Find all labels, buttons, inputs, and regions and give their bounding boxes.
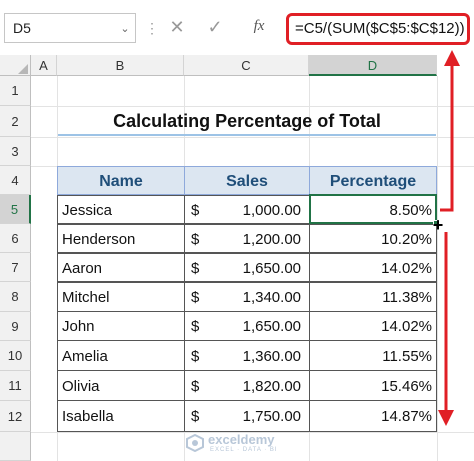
sales-value: 1,650.00 <box>242 260 301 277</box>
cell-sales[interactable]: $ 1,360.00 <box>184 340 310 371</box>
cell-percentage[interactable]: 11.38% <box>309 282 437 312</box>
cell-name[interactable]: Jessica <box>57 195 185 224</box>
watermark-tagline: EXCEL · DATA · BI <box>210 447 278 453</box>
gridline <box>31 137 474 138</box>
row-header-2[interactable]: 2 <box>0 106 31 137</box>
sheet-title[interactable]: Calculating Percentage of Total <box>58 108 436 134</box>
select-all-triangle-icon <box>18 64 28 74</box>
cell-percentage[interactable]: 10.20% <box>309 224 437 253</box>
cell-sales[interactable]: $ 1,200.00 <box>184 224 310 253</box>
currency-symbol: $ <box>191 348 200 365</box>
cell-sales[interactable]: $ 1,650.00 <box>184 311 310 341</box>
chevron-down-icon[interactable]: ⌄ <box>116 14 134 42</box>
row-header-5[interactable]: 5 <box>0 195 31 224</box>
sales-value: 1,200.00 <box>242 231 301 248</box>
sales-value: 1,000.00 <box>242 202 301 219</box>
column-header-d[interactable]: D <box>309 55 437 76</box>
gridline <box>437 76 438 461</box>
active-cell-border[interactable] <box>309 194 437 224</box>
cell-percentage[interactable]: 14.02% <box>309 253 437 282</box>
header-name[interactable]: Name <box>57 166 185 195</box>
resize-handle-icon[interactable]: ⋮ <box>145 18 159 38</box>
column-header-c[interactable]: C <box>184 55 309 76</box>
watermark-brand: exceldemy <box>208 432 275 447</box>
row-header-8[interactable]: 8 <box>0 282 31 312</box>
sales-value: 1,650.00 <box>242 318 301 335</box>
currency-symbol: $ <box>191 260 200 277</box>
cell-sales[interactable]: $ 1,820.00 <box>184 370 310 401</box>
cancel-icon[interactable]: ✕ <box>166 15 188 39</box>
cell-sales[interactable]: $ 1,000.00 <box>184 195 310 224</box>
sales-value: 1,360.00 <box>242 348 301 365</box>
currency-symbol: $ <box>191 202 200 219</box>
column-header-b[interactable]: B <box>57 55 184 76</box>
currency-symbol: $ <box>191 378 200 395</box>
crosshair-cursor-icon: + <box>432 215 444 235</box>
enter-icon[interactable]: ✓ <box>204 15 226 39</box>
row-header-1[interactable]: 1 <box>0 76 31 106</box>
row-header-9[interactable]: 9 <box>0 312 31 341</box>
cell-percentage[interactable]: 14.02% <box>309 311 437 341</box>
fill-down-arrow-icon <box>438 232 454 426</box>
watermark-logo: exceldemy EXCEL · DATA · BI <box>186 432 306 460</box>
column-header-a[interactable]: A <box>31 55 57 76</box>
row-header-3[interactable]: 3 <box>0 137 31 166</box>
row-header-11[interactable]: 11 <box>0 371 31 401</box>
title-underline <box>58 134 436 136</box>
cell-name[interactable]: Amelia <box>57 340 185 371</box>
cell-name[interactable]: John <box>57 311 185 341</box>
currency-symbol: $ <box>191 318 200 335</box>
sales-value: 1,340.00 <box>242 289 301 306</box>
cell-name[interactable]: Olivia <box>57 370 185 401</box>
gridline <box>31 106 474 107</box>
row-header-6[interactable]: 6 <box>0 224 31 253</box>
cell-sales[interactable]: $ 1,340.00 <box>184 282 310 312</box>
cell-name[interactable]: Mitchel <box>57 282 185 312</box>
currency-symbol: $ <box>191 408 200 425</box>
brand-logo-icon <box>186 434 204 452</box>
insert-function-icon[interactable]: fx <box>246 14 272 38</box>
row-header-13[interactable] <box>0 432 31 461</box>
cell-percentage[interactable]: 15.46% <box>309 370 437 401</box>
sales-value: 1,820.00 <box>242 378 301 395</box>
cell-percentage[interactable]: 14.87% <box>309 400 437 432</box>
sales-value: 1,750.00 <box>242 408 301 425</box>
currency-symbol: $ <box>191 289 200 306</box>
row-header-12[interactable]: 12 <box>0 401 31 432</box>
cell-sales[interactable]: $ 1,650.00 <box>184 253 310 282</box>
cell-sales[interactable]: $ 1,750.00 <box>184 400 310 432</box>
header-percentage[interactable]: Percentage <box>309 166 437 195</box>
cell-name[interactable]: Aaron <box>57 253 185 282</box>
cell-name[interactable]: Henderson <box>57 224 185 253</box>
row-header-10[interactable]: 10 <box>0 341 31 371</box>
formula-pointer-arrow-icon <box>440 50 460 212</box>
header-sales[interactable]: Sales <box>184 166 310 195</box>
currency-symbol: $ <box>191 231 200 248</box>
row-header-7[interactable]: 7 <box>0 253 31 282</box>
formula-input[interactable]: =C5/(SUM($C$5:$C$12)) <box>286 13 470 45</box>
cell-percentage[interactable]: 11.55% <box>309 340 437 371</box>
cell-name[interactable]: Isabella <box>57 400 185 432</box>
row-header-4[interactable]: 4 <box>0 166 31 195</box>
